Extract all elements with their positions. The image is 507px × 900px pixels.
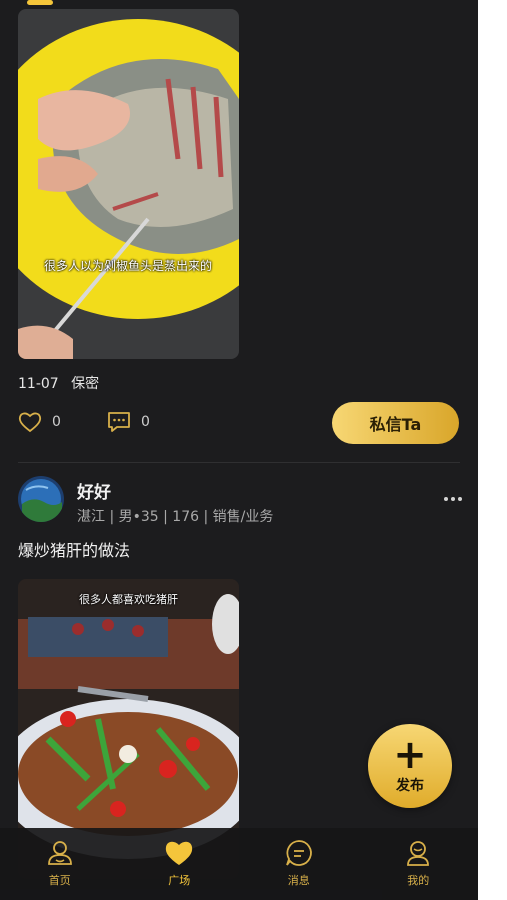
plus-icon: + xyxy=(393,732,427,778)
avatar[interactable] xyxy=(18,476,64,522)
heart-outline-icon xyxy=(18,412,42,433)
tab-label: 我的 xyxy=(407,874,430,887)
home-icon xyxy=(47,841,72,865)
publish-label: 发布 xyxy=(396,778,424,794)
page-margin xyxy=(478,0,507,900)
comment-count: 0 xyxy=(141,414,150,430)
tab-messages[interactable]: 消息 xyxy=(239,828,359,900)
tab-label: 广场 xyxy=(168,874,191,887)
comment-icon xyxy=(108,412,130,432)
tab-profile[interactable]: 我的 xyxy=(359,828,479,900)
username[interactable]: 好好 xyxy=(77,478,111,503)
post-video-thumbnail[interactable]: 很多人以为剁椒鱼头是蒸出来的 xyxy=(18,9,239,359)
video-caption: 很多人以为剁椒鱼头是蒸出来的 xyxy=(43,259,212,273)
post-privacy: 保密 xyxy=(71,376,100,392)
video-caption: 很多人都喜欢吃猪肝 xyxy=(79,593,178,606)
message-icon xyxy=(285,840,312,866)
tab-home[interactable]: 首页 xyxy=(0,828,120,900)
comment-stat[interactable]: 0 xyxy=(107,411,150,433)
tab-square[interactable]: 广场 xyxy=(120,828,240,900)
like-stat[interactable]: 0 xyxy=(18,411,61,433)
profile-icon xyxy=(407,841,430,866)
more-options-icon[interactable] xyxy=(440,490,466,508)
post-divider xyxy=(18,462,460,463)
post-meta: 11-07 保密 xyxy=(18,373,107,393)
private-message-button[interactable]: 私信Ta xyxy=(332,402,459,444)
post-title[interactable]: 爆炒猪肝的做法 xyxy=(18,537,130,561)
tab-label: 消息 xyxy=(287,874,310,887)
user-info: 湛江 | 男•35 | 176 | 销售/业务 xyxy=(77,509,274,525)
avatar-image xyxy=(18,476,64,522)
tab-label: 首页 xyxy=(48,874,71,887)
like-count: 0 xyxy=(52,414,61,430)
scroll-indicator xyxy=(27,0,53,5)
post-date: 11-07 xyxy=(18,376,59,392)
publish-button[interactable]: + 发布 xyxy=(368,724,452,808)
heart-icon xyxy=(166,841,193,865)
fish-head-image xyxy=(18,9,239,359)
app-screen: 很多人以为剁椒鱼头是蒸出来的 11-07 保密 0 0 私信Ta 好好 湛江 |… xyxy=(0,0,478,900)
bottom-tab-bar: 首页 广场 消息 我的 xyxy=(0,828,478,900)
